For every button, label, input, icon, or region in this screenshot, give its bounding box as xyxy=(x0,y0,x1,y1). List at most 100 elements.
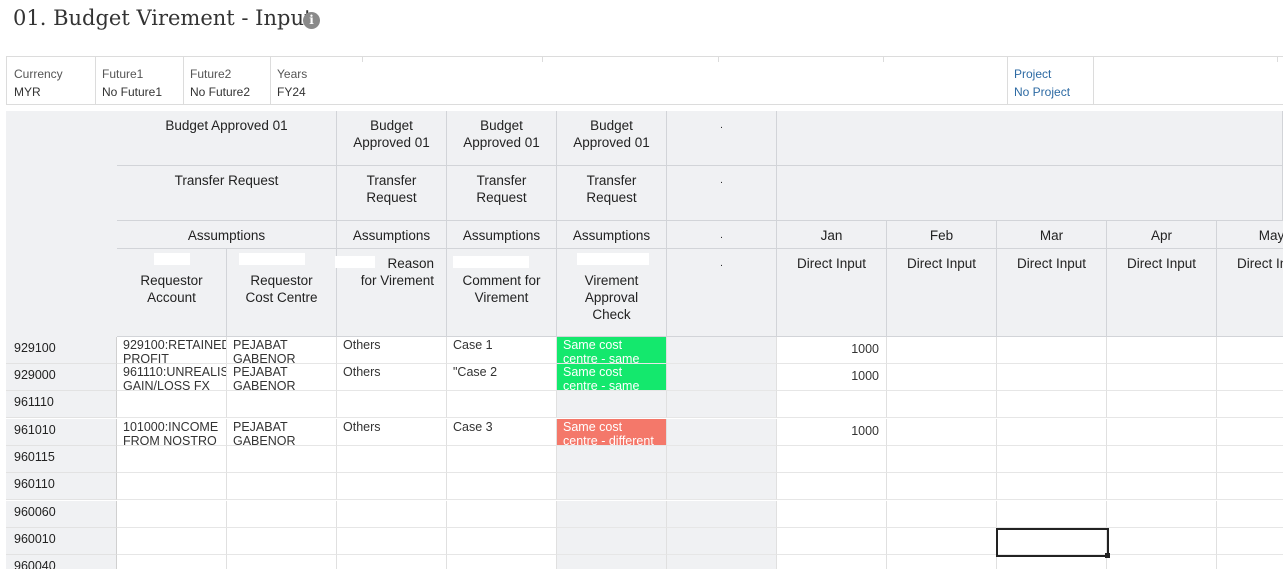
pov-project[interactable]: Project No Project xyxy=(1007,57,1094,104)
pov-currency[interactable]: Currency MYR xyxy=(7,57,96,104)
cell-apr[interactable] xyxy=(1107,473,1217,500)
cell-comment[interactable] xyxy=(447,528,557,555)
cell-may[interactable] xyxy=(1217,528,1283,555)
cell-may[interactable] xyxy=(1217,555,1283,569)
cell-jan[interactable] xyxy=(777,501,887,528)
pov-years[interactable]: Years FY24 xyxy=(270,57,1008,104)
row-header[interactable]: 929100 xyxy=(6,337,117,364)
cell-reason[interactable] xyxy=(337,473,447,500)
cell-jan[interactable]: 1000 xyxy=(777,364,887,391)
cell-reason[interactable]: Others xyxy=(337,419,447,446)
pov-future2[interactable]: Future2 No Future2 xyxy=(183,57,271,104)
row-header[interactable]: 961110 xyxy=(6,391,117,418)
cell-reason[interactable]: Others xyxy=(337,337,447,364)
cell-reason[interactable] xyxy=(337,501,447,528)
cell-approval-check[interactable] xyxy=(557,555,667,569)
cell-requestor-cost-centre[interactable] xyxy=(227,473,337,500)
cell-apr[interactable] xyxy=(1107,391,1217,418)
cell-apr[interactable] xyxy=(1107,337,1217,364)
cell-feb[interactable] xyxy=(887,555,997,569)
cell-approval-check[interactable] xyxy=(557,528,667,555)
cell-feb[interactable] xyxy=(887,528,997,555)
cell-requestor-cost-centre[interactable] xyxy=(227,555,337,569)
row-header[interactable]: 960110 xyxy=(6,473,117,500)
cell-mar[interactable] xyxy=(997,501,1107,528)
cell-mar[interactable] xyxy=(997,364,1107,391)
cell-may[interactable] xyxy=(1217,337,1283,364)
cell-requestor-cost-centre[interactable] xyxy=(227,501,337,528)
cell-approval-check[interactable]: Same cost centre - same xyxy=(557,364,667,391)
cell-comment[interactable] xyxy=(447,501,557,528)
cell-feb[interactable] xyxy=(887,473,997,500)
row-header[interactable]: 929000 xyxy=(6,364,117,391)
cell-requestor-cost-centre[interactable] xyxy=(227,391,337,418)
cell-comment[interactable] xyxy=(447,391,557,418)
cell-may[interactable] xyxy=(1217,391,1283,418)
cell-requestor-account[interactable] xyxy=(117,446,227,473)
row-header[interactable]: 960010 xyxy=(6,528,117,555)
cell-mar[interactable] xyxy=(997,337,1107,364)
cell-mar[interactable] xyxy=(997,391,1107,418)
row-header[interactable]: 960040 xyxy=(6,555,117,569)
cell-approval-check[interactable] xyxy=(557,501,667,528)
cell-apr[interactable] xyxy=(1107,528,1217,555)
cell-mar[interactable] xyxy=(997,446,1107,473)
cell-requestor-account[interactable] xyxy=(117,528,227,555)
cell-comment[interactable]: Case 1 xyxy=(447,337,557,364)
cell-feb[interactable] xyxy=(887,501,997,528)
cell-reason[interactable] xyxy=(337,446,447,473)
row-header[interactable]: 960060 xyxy=(6,501,117,528)
cell-comment[interactable] xyxy=(447,473,557,500)
cell-requestor-account[interactable]: 101000:INCOME FROM NOSTRO xyxy=(117,419,227,446)
selected-cell-outline[interactable] xyxy=(996,528,1109,557)
cell-apr[interactable] xyxy=(1107,501,1217,528)
cell-jan[interactable] xyxy=(777,446,887,473)
cell-requestor-account[interactable] xyxy=(117,555,227,569)
cell-may[interactable] xyxy=(1217,446,1283,473)
cell-comment[interactable]: "Case 2 xyxy=(447,364,557,391)
cell-comment[interactable]: Case 3 xyxy=(447,419,557,446)
cell-may[interactable] xyxy=(1217,473,1283,500)
cell-requestor-cost-centre[interactable] xyxy=(227,528,337,555)
cell-mar[interactable] xyxy=(997,555,1107,569)
cell-apr[interactable] xyxy=(1107,419,1217,446)
cell-requestor-account[interactable] xyxy=(117,501,227,528)
cell-jan[interactable] xyxy=(777,555,887,569)
cell-reason[interactable] xyxy=(337,391,447,418)
cell-feb[interactable] xyxy=(887,337,997,364)
cell-approval-check[interactable] xyxy=(557,473,667,500)
cell-feb[interactable] xyxy=(887,391,997,418)
cell-requestor-account[interactable] xyxy=(117,391,227,418)
cell-apr[interactable] xyxy=(1107,555,1217,569)
row-header[interactable]: 960115 xyxy=(6,446,117,473)
cell-approval-check[interactable] xyxy=(557,446,667,473)
info-icon[interactable]: i xyxy=(303,12,320,29)
pov-future1[interactable]: Future1 No Future1 xyxy=(95,57,184,104)
cell-comment[interactable] xyxy=(447,555,557,569)
cell-approval-check[interactable]: Same cost centre - different xyxy=(557,419,667,446)
cell-requestor-account[interactable] xyxy=(117,473,227,500)
row-header[interactable]: 961010 xyxy=(6,419,117,446)
cell-feb[interactable] xyxy=(887,419,997,446)
cell-reason[interactable] xyxy=(337,528,447,555)
cell-apr[interactable] xyxy=(1107,446,1217,473)
cell-feb[interactable] xyxy=(887,364,997,391)
fill-handle[interactable] xyxy=(1105,553,1110,558)
cell-feb[interactable] xyxy=(887,446,997,473)
cell-requestor-cost-centre[interactable]: PEJABAT GABENOR xyxy=(227,419,337,446)
cell-apr[interactable] xyxy=(1107,364,1217,391)
cell-mar[interactable] xyxy=(997,473,1107,500)
cell-comment[interactable] xyxy=(447,446,557,473)
cell-mar[interactable] xyxy=(997,419,1107,446)
cell-may[interactable] xyxy=(1217,364,1283,391)
cell-jan[interactable] xyxy=(777,391,887,418)
cell-reason[interactable]: Others xyxy=(337,364,447,391)
cell-jan[interactable]: 1000 xyxy=(777,337,887,364)
cell-requestor-cost-centre[interactable]: PEJABAT GABENOR xyxy=(227,337,337,364)
cell-jan[interactable]: 1000 xyxy=(777,419,887,446)
cell-may[interactable] xyxy=(1217,419,1283,446)
cell-requestor-account[interactable]: 961110:UNREALISED GAIN/LOSS FX xyxy=(117,364,227,391)
cell-jan[interactable] xyxy=(777,528,887,555)
cell-may[interactable] xyxy=(1217,501,1283,528)
cell-jan[interactable] xyxy=(777,473,887,500)
